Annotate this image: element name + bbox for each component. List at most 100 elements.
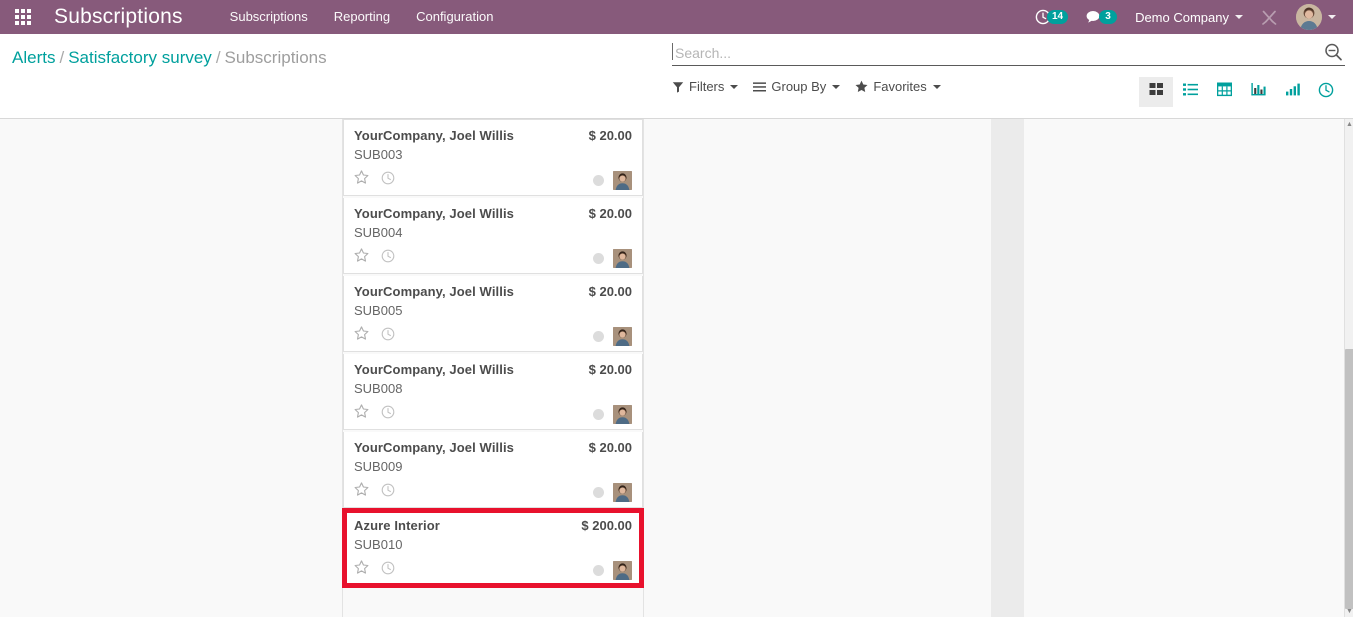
- menu-item-configuration[interactable]: Configuration: [403, 0, 506, 34]
- view-switcher: [1139, 77, 1343, 107]
- menu-item-subscriptions[interactable]: Subscriptions: [217, 0, 321, 34]
- breadcrumb-item-satisfactory-survey[interactable]: Satisfactory survey: [68, 48, 212, 67]
- kanban-card-title: YourCompany, Joel Willis: [354, 440, 514, 455]
- clock-outline-icon[interactable]: [381, 327, 395, 346]
- main-menu: Subscriptions Reporting Configuration: [217, 0, 507, 34]
- debug-tools-button[interactable]: [1252, 0, 1287, 34]
- chevron-down-icon: [832, 84, 841, 89]
- breadcrumb: Alerts / Satisfactory survey / Subscriptions: [12, 48, 672, 68]
- assignee-avatar[interactable]: [613, 404, 632, 424]
- assignee-avatar[interactable]: [613, 482, 632, 502]
- kanban-card-footer: [354, 248, 632, 268]
- kanban-card-reference: SUB008: [354, 381, 403, 396]
- view-button-pivot[interactable]: [1207, 77, 1241, 107]
- ascending-bars-icon: [1285, 82, 1300, 102]
- assignee-avatar[interactable]: [613, 170, 632, 190]
- scroll-down-arrow[interactable]: ▼: [1346, 608, 1353, 615]
- scroll-up-arrow[interactable]: ▲: [1346, 121, 1353, 128]
- kanban-card-sub010[interactable]: Azure Interior $ 200.00 SUB010: [343, 510, 643, 586]
- magnifier-icon[interactable]: [1323, 42, 1343, 62]
- star-outline-icon[interactable]: [354, 170, 369, 190]
- bar-chart-icon: [1250, 82, 1266, 102]
- kanban-card-sub005[interactable]: YourCompany, Joel Willis $ 20.00 SUB005: [343, 276, 643, 352]
- user-menu[interactable]: [1287, 0, 1345, 34]
- star-outline-icon[interactable]: [354, 326, 369, 346]
- star-outline-icon[interactable]: [354, 404, 369, 424]
- group-by-dropdown[interactable]: Group By: [753, 79, 841, 94]
- kanban-card-footer: [354, 326, 632, 346]
- activities-count-badge: 14: [1046, 10, 1069, 24]
- kanban-card-sub009[interactable]: YourCompany, Joel Willis $ 20.00 SUB009: [343, 432, 643, 508]
- kanban-card-header: YourCompany, Joel Willis $ 20.00: [354, 440, 632, 455]
- status-badge[interactable]: [593, 174, 604, 186]
- view-button-dashboard[interactable]: [1275, 77, 1309, 107]
- status-badge[interactable]: [593, 252, 604, 264]
- search-options-bar: Filters Group By Favorites: [672, 77, 1353, 107]
- menu-item-reporting[interactable]: Reporting: [321, 0, 403, 34]
- view-button-graph[interactable]: [1241, 77, 1275, 107]
- kanban-column-container: YourCompany, Joel Willis $ 20.00 SUB003: [0, 119, 1353, 617]
- clock-outline-icon[interactable]: [381, 405, 395, 424]
- apps-menu-button[interactable]: [0, 0, 46, 34]
- kanban-column-empty-grey: [991, 119, 1024, 617]
- status-badge[interactable]: [593, 408, 604, 420]
- favorites-label: Favorites: [873, 79, 927, 94]
- view-button-list[interactable]: [1173, 77, 1207, 107]
- company-switcher[interactable]: Demo Company: [1126, 0, 1252, 34]
- messaging-menu[interactable]: 3: [1077, 0, 1126, 34]
- clock-outline-icon[interactable]: [381, 483, 395, 502]
- star-outline-icon[interactable]: [354, 482, 369, 502]
- kanban-card-footer: [354, 482, 632, 502]
- clock-icon: [1318, 82, 1334, 103]
- favorites-dropdown[interactable]: Favorites: [855, 79, 941, 94]
- kanban-card-sub004[interactable]: YourCompany, Joel Willis $ 20.00 SUB004: [343, 198, 643, 274]
- user-avatar: [1296, 4, 1322, 30]
- status-badge[interactable]: [593, 486, 604, 498]
- chevron-down-icon: [1328, 15, 1336, 19]
- control-panel-right: Filters Group By: [672, 34, 1353, 118]
- filters-label: Filters: [689, 79, 725, 94]
- kanban-card-reference: SUB009: [354, 459, 403, 474]
- navbar-right-tools: 14 3 Demo Company: [1026, 0, 1353, 34]
- assignee-avatar[interactable]: [613, 326, 632, 346]
- kanban-card-price: $ 20.00: [588, 362, 632, 377]
- kanban-card-reference: SUB005: [354, 303, 403, 318]
- control-panel: Alerts / Satisfactory survey / Subscriptions: [0, 34, 1353, 119]
- messages-count-badge: 3: [1099, 10, 1118, 24]
- assignee-avatar[interactable]: [613, 248, 632, 268]
- kanban-card-price: $ 20.00: [588, 128, 632, 143]
- view-button-kanban[interactable]: [1139, 77, 1173, 107]
- scrollbar-thumb[interactable]: [1345, 349, 1353, 609]
- status-badge[interactable]: [593, 330, 604, 342]
- kanban-card-title: YourCompany, Joel Willis: [354, 284, 514, 299]
- kanban-card-title: YourCompany, Joel Willis: [354, 128, 514, 143]
- star-outline-icon[interactable]: [354, 560, 369, 580]
- kanban-card-header: YourCompany, Joel Willis $ 20.00: [354, 284, 632, 299]
- filters-dropdown[interactable]: Filters: [672, 79, 739, 94]
- clock-outline-icon[interactable]: [381, 561, 395, 580]
- list-icon: [1182, 82, 1198, 102]
- company-name: Demo Company: [1135, 9, 1229, 25]
- view-button-cohort[interactable]: [1309, 77, 1343, 107]
- kanban-card-footer: [354, 170, 632, 190]
- chevron-down-icon: [730, 84, 739, 89]
- kanban-card-price: $ 20.00: [588, 284, 632, 299]
- search-input[interactable]: [672, 44, 1345, 61]
- kanban-column-left-empty: [0, 119, 343, 617]
- activities-menu[interactable]: 14: [1026, 0, 1077, 34]
- star-outline-icon[interactable]: [354, 248, 369, 268]
- clock-outline-icon[interactable]: [381, 171, 395, 190]
- assignee-avatar[interactable]: [613, 560, 632, 580]
- clock-outline-icon[interactable]: [381, 249, 395, 268]
- kanban-column-gap: [644, 119, 991, 617]
- chevron-down-icon: [932, 84, 941, 89]
- chevron-down-icon: [1235, 15, 1243, 19]
- status-badge[interactable]: [593, 564, 604, 576]
- kanban-card-sub003[interactable]: YourCompany, Joel Willis $ 20.00 SUB003: [343, 119, 643, 196]
- pivot-grid-icon: [1216, 82, 1232, 102]
- kanban-card-sub008[interactable]: YourCompany, Joel Willis $ 20.00 SUB008: [343, 354, 643, 430]
- breadcrumb-item-alerts[interactable]: Alerts: [12, 48, 55, 67]
- kanban-card-header: YourCompany, Joel Willis $ 20.00: [354, 206, 632, 221]
- kanban-card-footer: [354, 560, 632, 580]
- vertical-scrollbar[interactable]: ▲ ▼: [1344, 119, 1353, 617]
